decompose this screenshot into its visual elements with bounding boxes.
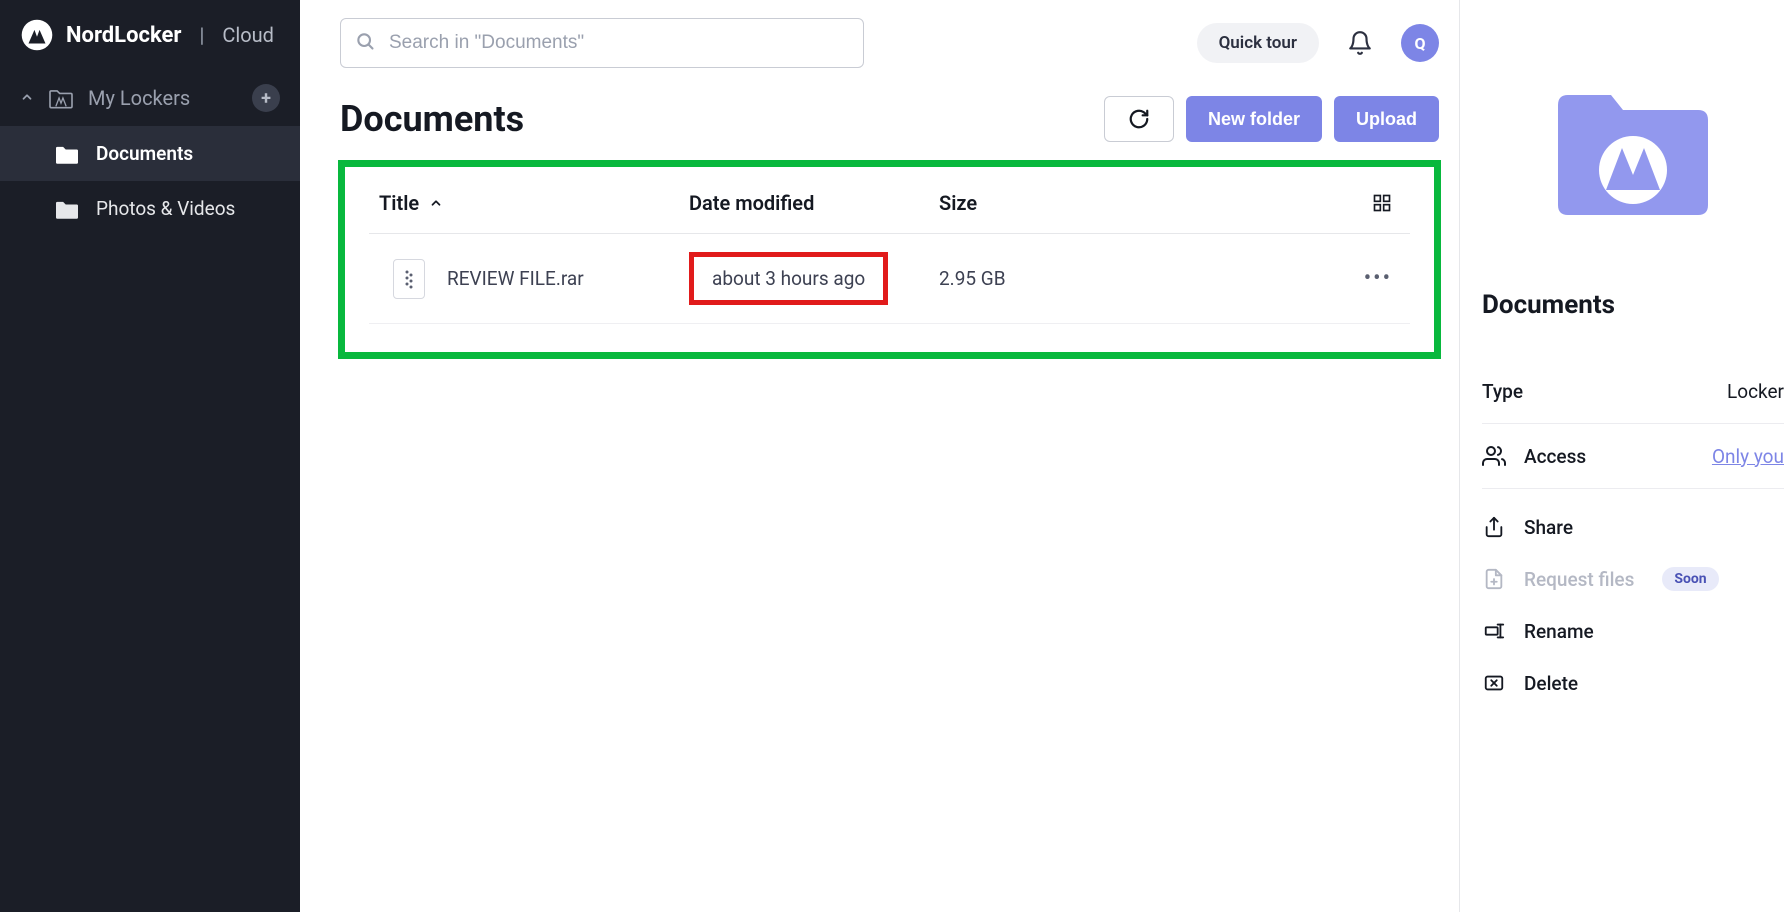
table-header: Title Date modified Size (369, 173, 1410, 234)
column-title[interactable]: Title (379, 191, 689, 215)
avatar[interactable]: Q (1401, 24, 1439, 62)
detail-access-link[interactable]: Only you (1712, 445, 1784, 468)
detail-type-label: Type (1482, 380, 1523, 403)
upload-button[interactable]: Upload (1334, 96, 1439, 142)
column-title-label: Title (379, 191, 419, 215)
row-actions: ••• (1159, 266, 1400, 291)
file-table-highlight: Title Date modified Size REVIEW FILE.rar (338, 160, 1441, 359)
locker-icon (48, 87, 74, 109)
detail-type-row: Type Locker (1482, 360, 1784, 424)
refresh-button[interactable] (1104, 96, 1174, 142)
notifications-icon[interactable] (1347, 30, 1373, 56)
main: Quick tour Q Documents New folder Upload… (300, 0, 1784, 912)
column-date-modified[interactable]: Date modified (689, 191, 939, 215)
file-title: REVIEW FILE.rar (447, 267, 584, 290)
table-row[interactable]: REVIEW FILE.rar about 3 hours ago 2.95 G… (369, 234, 1410, 324)
file-date: about 3 hours ago (712, 267, 865, 290)
more-actions-button[interactable]: ••• (1364, 266, 1392, 291)
locker-illustration (1548, 80, 1718, 220)
delete-icon (1482, 671, 1506, 695)
detail-access-label: Access (1524, 445, 1586, 468)
details-title: Documents (1482, 290, 1784, 320)
chevron-up-icon (20, 89, 34, 108)
add-locker-button[interactable]: + (252, 84, 280, 112)
file-size: 2.95 GB (939, 267, 1159, 290)
brand-section: Cloud (222, 23, 274, 47)
search-input[interactable] (389, 32, 849, 54)
view-toggle[interactable] (1159, 193, 1400, 213)
delete-label: Delete (1524, 672, 1578, 695)
details-panel: Documents Type Locker Access Only you Sh… (1460, 0, 1784, 912)
rename-icon (1482, 619, 1506, 643)
search-icon (355, 31, 375, 55)
rename-action[interactable]: Rename (1482, 605, 1784, 657)
brand-name: NordLocker (66, 23, 181, 48)
file-type-icon (393, 259, 425, 299)
sidebar: NordLocker | Cloud My Lockers + Document… (0, 0, 300, 912)
brand-logo-icon (20, 18, 54, 52)
file-date-cell: about 3 hours ago (689, 252, 939, 305)
brand-divider: | (199, 23, 204, 47)
sort-asc-icon (429, 191, 443, 215)
refresh-icon (1128, 108, 1150, 130)
request-files-label: Request files (1524, 568, 1634, 591)
nav-group-label: My Lockers (88, 86, 190, 110)
share-label: Share (1524, 516, 1573, 539)
detail-access-row: Access Only you (1482, 424, 1784, 489)
request-files-action: Request files Soon (1482, 553, 1784, 605)
sidebar-item-photos-videos[interactable]: Photos & Videos (0, 181, 300, 236)
share-icon (1482, 515, 1506, 539)
share-action[interactable]: Share (1482, 501, 1784, 553)
sidebar-item-label: Photos & Videos (96, 197, 235, 220)
people-icon (1482, 444, 1506, 468)
request-files-icon (1482, 567, 1506, 591)
delete-action[interactable]: Delete (1482, 657, 1784, 709)
soon-badge: Soon (1662, 567, 1718, 591)
sidebar-item-documents[interactable]: Documents (0, 126, 300, 181)
page-header: Documents New folder Upload (340, 86, 1439, 160)
file-date-highlight: about 3 hours ago (689, 252, 888, 305)
detail-type-value: Locker (1727, 380, 1784, 403)
grid-view-icon (1372, 193, 1392, 213)
brand-header: NordLocker | Cloud (0, 0, 300, 70)
locker-icon (54, 198, 80, 220)
quick-tour-button[interactable]: Quick tour (1197, 23, 1319, 63)
file-cell: REVIEW FILE.rar (379, 259, 689, 299)
search-box[interactable] (340, 18, 864, 68)
column-size[interactable]: Size (939, 191, 1159, 215)
detail-actions: Share Request files Soon Rename Dele (1482, 501, 1784, 709)
new-folder-button[interactable]: New folder (1186, 96, 1322, 142)
rename-label: Rename (1524, 620, 1594, 643)
locker-icon (54, 143, 80, 165)
topbar: Quick tour Q (340, 14, 1439, 86)
page-title: Documents (340, 98, 1092, 140)
nav-group-my-lockers[interactable]: My Lockers + (0, 70, 300, 126)
sidebar-item-label: Documents (96, 142, 193, 165)
content-area: Quick tour Q Documents New folder Upload… (300, 0, 1460, 912)
